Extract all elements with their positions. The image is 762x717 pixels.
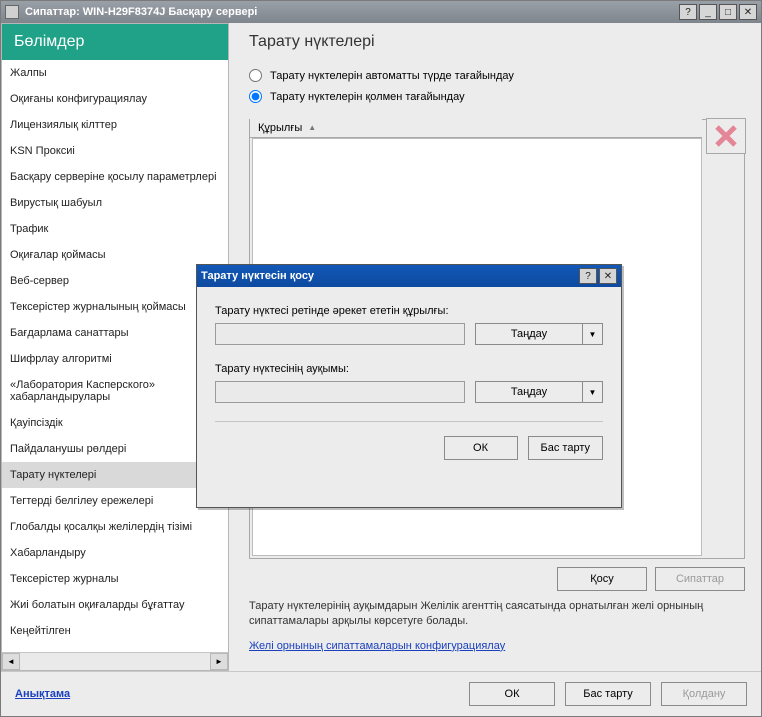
radio-manual-label: Тарату нүктелерін қолмен тағайындау [270,91,465,103]
dialog-title: Тарату нүктесін қосу [201,270,577,282]
sidebar-item[interactable]: Глобалды қосалқы желілердің тізімі [2,514,228,540]
add-point-dialog: Тарату нүктесін қосу ? ✕ Тарату нүктесі … [196,264,622,508]
sidebar-item[interactable]: Тексерістер журналы [2,566,228,592]
sidebar-item[interactable]: «Лаборатория Касперского» хабарландырула… [2,372,228,410]
configure-link[interactable]: Желі орнының сипаттамаларын конфигурация… [249,640,505,652]
sort-asc-icon: ▲ [308,123,316,132]
properties-button: Сипаттар [655,567,745,591]
sidebar-item[interactable]: Веб-сервер [2,268,228,294]
sidebar-item[interactable]: Вирустық шабуыл [2,190,228,216]
x-icon [713,123,739,149]
device-field[interactable] [215,323,465,345]
sidebar: Бөлімдер ЖалпыОқиғаны конфигурациялауЛиц… [1,23,229,671]
close-button[interactable]: ✕ [739,4,757,20]
sidebar-item[interactable]: Оқиғалар қоймасы [2,242,228,268]
dialog-titlebar: Тарату нүктесін қосу ? ✕ [197,265,621,287]
sidebar-item[interactable]: Бағдарлама санаттары [2,320,228,346]
sidebar-item[interactable]: Кеңейтілген [2,618,228,644]
sidebar-item[interactable]: KSN Проксиі [2,138,228,164]
radio-auto-row[interactable]: Тарату нүктелерін автоматты түрде тағайы… [243,65,751,86]
dialog-ok-button[interactable]: ОК [444,436,518,460]
add-button[interactable]: Қосу [557,567,647,591]
sidebar-list: ЖалпыОқиғаны конфигурациялауЛицензиялық … [2,60,228,652]
sidebar-item[interactable]: Хабарландыру [2,540,228,566]
sidebar-item[interactable]: Оқиғаны конфигурациялау [2,86,228,112]
minimize-button[interactable]: _ [699,4,717,20]
sidebar-item[interactable]: Трафик [2,216,228,242]
sidebar-item[interactable]: Жиі болатын оқиғаларды бұғаттау [2,592,228,618]
main-titlebar: Сипаттар: WIN-H29F8374J Басқару сервері … [1,1,761,23]
sidebar-item[interactable]: Шифрлау алгоритмі [2,346,228,372]
dialog-separator [215,421,603,422]
page-title: Тарату нүктелері [243,23,751,65]
dialog-cancel-button[interactable]: Бас тарту [528,436,603,460]
scope-select-button[interactable]: Таңдау [475,381,583,403]
radio-auto-label: Тарату нүктелерін автоматты түрде тағайы… [270,70,514,82]
dialog-close-button[interactable]: ✕ [599,268,617,284]
delete-button [706,118,746,154]
sidebar-item[interactable]: Қауіпсіздік [2,410,228,436]
device-list-header[interactable]: Құрылғы ▲ [250,118,702,138]
footer-apply-button: Қолдану [661,682,747,706]
window-title: Сипаттар: WIN-H29F8374J Басқару сервері [25,6,677,18]
sidebar-item[interactable]: Пайдаланушы рөлдері [2,436,228,462]
sidebar-item[interactable]: Басқару серверіне қосылу параметрлері [2,164,228,190]
footer-ok-button[interactable]: ОК [469,682,555,706]
sidebar-item[interactable]: Тегтерді белгілеу ережелері [2,488,228,514]
footer: Анықтама ОК Бас тарту Қолдану [1,671,761,716]
radio-auto[interactable] [249,69,262,82]
sidebar-header: Бөлімдер [2,24,228,60]
radio-manual-row[interactable]: Тарату нүктелерін қолмен тағайындау [243,86,751,107]
sidebar-scrollbar[interactable]: ◄ ► [2,652,228,670]
help-button[interactable]: ? [679,4,697,20]
maximize-button[interactable]: □ [719,4,737,20]
radio-manual[interactable] [249,90,262,103]
sidebar-item[interactable]: Жалпы [2,60,228,86]
help-link[interactable]: Анықтама [15,688,70,700]
scroll-left-icon[interactable]: ◄ [2,653,20,670]
advice-text: Тарату нүктелерінің ауқымдарын Желілік а… [243,591,751,630]
dialog-help-button[interactable]: ? [579,268,597,284]
app-icon [5,5,19,19]
scroll-right-icon[interactable]: ► [210,653,228,670]
device-select-dropdown[interactable]: ▼ [583,323,603,345]
column-device: Құрылғы [258,122,302,134]
footer-cancel-button[interactable]: Бас тарту [565,682,651,706]
sidebar-item[interactable]: Тексерістер журналының қоймасы [2,294,228,320]
device-select-button[interactable]: Таңдау [475,323,583,345]
scroll-track[interactable] [20,653,210,670]
sidebar-item[interactable]: Тарату нүктелері [2,462,228,488]
scope-select-dropdown[interactable]: ▼ [583,381,603,403]
sidebar-item[interactable]: Лицензиялық кілттер [2,112,228,138]
device-field-label: Тарату нүктесі ретінде әрекет ететін құр… [215,305,603,317]
scope-field-label: Тарату нүктесінің ауқымы: [215,363,603,375]
scope-field[interactable] [215,381,465,403]
